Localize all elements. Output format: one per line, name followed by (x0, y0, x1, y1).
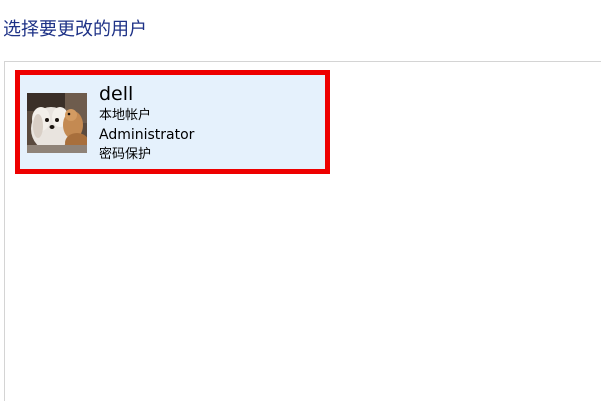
page-title: 选择要更改的用户 (3, 19, 147, 40)
manage-accounts-page: 选择要更改的用户 dell 本地帐户 Administrator 密码保护 (0, 0, 601, 401)
highlight-box (15, 70, 330, 174)
